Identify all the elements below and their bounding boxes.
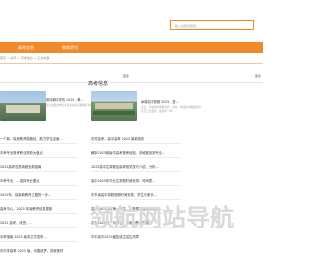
list-item[interactable]: 2025 高考，改进，… bbox=[0, 220, 75, 225]
list-item[interactable]: 中考指南 2025 版本正式发布… bbox=[0, 234, 75, 239]
right-column: 高考信息 更多 阜城高中放假 2025，是… 近日，阜城高中放假时间，高考，阜城… bbox=[81, 70, 263, 239]
right-feature-card[interactable]: 阜城高中放假 2025，是… 近日，阜城高中放假时间，高考，阜城高中放假安排表已… bbox=[81, 83, 263, 121]
watermark-text: 领航网站导航 bbox=[90, 204, 234, 228]
list-item[interactable]: 2025高中生寒假及高考相关技巧介绍，分析… bbox=[91, 164, 181, 169]
main-nav: 高考信息 教育资讯 bbox=[0, 42, 263, 53]
divider bbox=[0, 171, 78, 172]
list-item[interactable]: 东中学高考 2025 版，青春逐梦，成就美好 bbox=[0, 248, 75, 253]
list-item[interactable]: 2025年，探索新教育之路的一步… bbox=[0, 192, 75, 197]
nav-item-gaokao[interactable]: 高考信息 bbox=[18, 42, 34, 53]
building-shape bbox=[95, 103, 133, 109]
list-item[interactable]: 高考中心，2025 年版教育信息更新 bbox=[0, 206, 75, 211]
header: 输入关键词搜索... bbox=[0, 0, 263, 38]
divider bbox=[91, 171, 181, 172]
list-item[interactable]: 中考专业报考职业院校大盘点 bbox=[0, 150, 75, 155]
divider bbox=[0, 157, 78, 158]
list-item[interactable]: 一个新，探索教育新路径，助力学生全面… bbox=[0, 136, 75, 141]
divider bbox=[91, 157, 181, 158]
breadcrumb: 首页 > 资讯 > 高考信息 > 正文内容 bbox=[0, 56, 263, 60]
divider bbox=[0, 213, 78, 214]
search-input[interactable]: 输入关键词搜索... bbox=[170, 20, 254, 30]
divider bbox=[91, 143, 181, 144]
list-item[interactable]: 华东省高中寒假放假时间安排，学生与家长… bbox=[91, 192, 181, 197]
trees-shape bbox=[93, 111, 135, 115]
list-item[interactable]: 2025高考志愿填报全新指南 bbox=[0, 164, 75, 169]
list-item[interactable]: 农村高考，高中高考 2025 最新发布 bbox=[91, 136, 181, 141]
feature-title[interactable]: 看清朝中学历 2025，教… bbox=[46, 97, 84, 102]
feature-description: 近日，阜城高中放假时间，高考，阜城高中放假安排表已正式发布，如往年一样… bbox=[141, 106, 201, 113]
divider bbox=[0, 241, 78, 242]
nav-item-edu-news[interactable]: 教育资讯 bbox=[62, 42, 78, 53]
more-link[interactable]: 更多 bbox=[255, 74, 261, 78]
right-column-header: 高考信息 更多 bbox=[81, 70, 263, 87]
list-item[interactable]: 解析2025新版中高考报考经验，多维度找到专业… bbox=[91, 150, 181, 155]
list-item[interactable]: 高中2025年毕业生寒假时间安排：时间表… bbox=[91, 178, 181, 183]
divider bbox=[0, 227, 78, 228]
article-thumbnail[interactable] bbox=[0, 91, 46, 121]
divider bbox=[0, 185, 78, 186]
building-shape bbox=[6, 105, 40, 113]
divider bbox=[91, 185, 181, 186]
divider bbox=[0, 143, 78, 144]
list-item[interactable]: 华中高中2025届复读生招生简章 bbox=[91, 234, 181, 239]
divider bbox=[0, 199, 78, 200]
feature-title[interactable]: 阜城高中放假 2025，是… bbox=[141, 99, 179, 104]
breadcrumb-text: 首页 > 资讯 > 高考信息 > 正文内容 bbox=[0, 56, 50, 60]
list-item[interactable]: 中考专业，…选择专业要点 bbox=[0, 178, 75, 183]
divider bbox=[0, 63, 263, 64]
article-thumbnail[interactable] bbox=[91, 91, 137, 121]
